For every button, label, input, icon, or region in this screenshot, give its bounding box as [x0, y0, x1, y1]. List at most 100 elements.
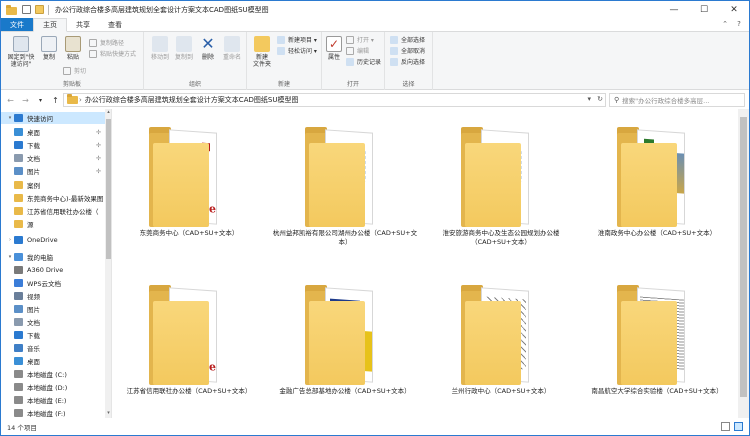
- large-icons-view-icon[interactable]: [734, 422, 743, 431]
- folder-icon: [461, 127, 543, 227]
- search-box[interactable]: ⚲ 搜索"办公行政综合楼多高层...: [609, 93, 745, 107]
- nav-item[interactable]: 文档 ✢: [1, 152, 105, 164]
- rename-button[interactable]: 重命名: [221, 36, 243, 61]
- tab-home[interactable]: 主页: [33, 18, 67, 32]
- edit-icon: [346, 46, 354, 55]
- nav-item-label: 本地磁盘 (E:): [27, 397, 67, 405]
- folder-item[interactable]: 淮安旅游商务中心及生态公园规划办公楼（CAD+SU+文本）: [425, 117, 577, 260]
- paste-shortcut-icon: [89, 49, 97, 58]
- nav-item[interactable]: 视频: [1, 290, 105, 302]
- nav-scroll-thumb[interactable]: [106, 119, 111, 259]
- cut-button[interactable]: 剪切: [63, 66, 86, 75]
- status-bar: 14 个项目: [1, 418, 749, 435]
- forward-arrow-icon[interactable]: →: [20, 95, 31, 106]
- paste-button[interactable]: 粘贴: [63, 36, 83, 61]
- nav-item[interactable]: 本地磁盘 (C:): [1, 368, 105, 380]
- tab-file[interactable]: 文件: [1, 18, 33, 31]
- address-bar[interactable]: › 办公行政综合楼多高层建筑规划全套设计方案文本CAD图纸SU模型图 ▾ ↻: [63, 93, 606, 107]
- refresh-icon[interactable]: ↻: [597, 95, 603, 103]
- scroll-up-icon[interactable]: ▴: [105, 109, 111, 117]
- expander-icon[interactable]: ▾: [6, 254, 14, 260]
- folder-item[interactable]: 南昌航空大学综合实验楼（CAD+SU+文本）: [581, 275, 733, 418]
- nav-item[interactable]: 下载 ✢: [1, 139, 105, 151]
- nav-item-label: 桌面: [27, 129, 40, 137]
- paste-shortcut-button[interactable]: 粘贴快捷方式: [89, 49, 136, 58]
- open-button[interactable]: 打开 ▾: [346, 35, 374, 44]
- copy-to-button[interactable]: 复制到: [173, 36, 195, 61]
- nav-item[interactable]: 江苏省信用联社办公楼（: [1, 205, 105, 217]
- address-dropdown-icon[interactable]: ▾: [587, 95, 591, 103]
- edit-button[interactable]: 编辑: [346, 46, 369, 55]
- details-view-icon[interactable]: [721, 422, 730, 431]
- folder-icon: [14, 220, 23, 228]
- scroll-down-icon[interactable]: ▾: [105, 410, 111, 418]
- delete-button[interactable]: ✕ 删除: [198, 36, 218, 62]
- recent-dropdown-icon[interactable]: ▾: [35, 95, 46, 106]
- nav-item[interactable]: 文档: [1, 316, 105, 328]
- copy-button[interactable]: 复制: [39, 36, 59, 61]
- select-group: 全部选择 全部取消 反向选择 选择: [385, 32, 433, 90]
- nav-item[interactable]: 音乐: [1, 342, 105, 354]
- folder-name: 南昌航空大学综合实验楼（CAD+SU+文本）: [591, 387, 723, 395]
- nav-item[interactable]: ▾ 快速访问: [1, 112, 105, 124]
- new-item-button[interactable]: 新建项目 ▾: [277, 35, 317, 44]
- easy-access-button[interactable]: 轻松访问 ▾: [277, 46, 317, 55]
- nav-scrollbar[interactable]: ▴ ▾: [105, 109, 111, 418]
- new-folder-icon: [254, 36, 270, 52]
- nav-item[interactable]: 东莞商务中心)-最新效果图: [1, 192, 105, 204]
- help-icon[interactable]: ?: [735, 20, 743, 28]
- nav-item[interactable]: 本地磁盘 (E:): [1, 394, 105, 406]
- nav-item[interactable]: 源: [1, 218, 105, 230]
- nav-item[interactable]: 下载: [1, 329, 105, 341]
- folder-item[interactable]: 金融广告总部基地办公楼（CAD+SU+文本）: [269, 275, 421, 418]
- nav-item[interactable]: ▾ 我的电脑: [1, 251, 105, 263]
- tab-view[interactable]: 查看: [99, 18, 131, 31]
- nav-item[interactable]: 桌面 ✢: [1, 126, 105, 138]
- nav-item-label: 下载: [27, 332, 40, 340]
- nav-item[interactable]: 图片: [1, 303, 105, 315]
- back-arrow-icon[interactable]: ←: [5, 95, 16, 106]
- breadcrumb[interactable]: 办公行政综合楼多高层建筑规划全套设计方案文本CAD图纸SU模型图: [85, 95, 299, 105]
- minimize-button[interactable]: —: [659, 1, 689, 18]
- nav-item-label: 快速访问: [27, 115, 53, 123]
- nav-item-label: 本地磁盘 (D:): [27, 384, 68, 392]
- content-scroll-thumb[interactable]: [740, 117, 747, 397]
- nav-item-label: 桌面: [27, 358, 40, 366]
- close-button[interactable]: ✕: [719, 1, 749, 18]
- nav-item[interactable]: › OneDrive: [1, 234, 105, 246]
- folder-item[interactable]: obe 江苏省信用联社办公楼（CAD+SU+文本）: [113, 275, 265, 418]
- folder-item[interactable]: obe 东莞商务中心（CAD+SU+文本）: [113, 117, 265, 260]
- copy-path-button[interactable]: 复制路径: [89, 38, 124, 47]
- nav-item[interactable]: 本地磁盘 (F:): [1, 407, 105, 418]
- invert-selection-button[interactable]: 反向选择: [390, 57, 425, 66]
- ribbon-tabs: 文件 主页 共享 查看 ⌃ ?: [1, 18, 749, 32]
- expander-icon[interactable]: ▾: [6, 115, 14, 121]
- expander-icon[interactable]: ›: [6, 237, 14, 243]
- select-all-button[interactable]: 全部选择: [390, 35, 425, 44]
- nav-item[interactable]: 本地磁盘 (D:): [1, 381, 105, 393]
- nav-item[interactable]: 桌面: [1, 355, 105, 367]
- nav-item[interactable]: 案例: [1, 179, 105, 191]
- history-button[interactable]: 历史记录: [346, 57, 381, 66]
- content-scrollbar[interactable]: [738, 109, 749, 418]
- new-folder-button[interactable]: 新建 文件夹: [250, 36, 274, 68]
- folder-item[interactable]: 杭州益邦凯裕有限公司湖州办公楼（CAD+SU+文本）: [269, 117, 421, 260]
- up-arrow-icon[interactable]: ↑: [50, 95, 61, 106]
- nav-item[interactable]: A360 Drive: [1, 264, 105, 276]
- pin-icon: [13, 36, 29, 52]
- pin-quick-access-button[interactable]: 固定到"快速访问": [6, 36, 36, 68]
- select-none-button[interactable]: 全部取消: [390, 46, 425, 55]
- scissors-icon: [63, 66, 71, 75]
- properties-quick-icon[interactable]: [22, 5, 31, 14]
- new-folder-quick-icon[interactable]: [35, 5, 44, 14]
- collapse-ribbon-icon[interactable]: ⌃: [721, 20, 729, 28]
- nav-item[interactable]: WPS云文档: [1, 277, 105, 289]
- tab-share[interactable]: 共享: [67, 18, 99, 31]
- properties-button[interactable]: ✓ 属性: [325, 36, 343, 61]
- new-group-label: 新建: [277, 81, 290, 88]
- folder-item[interactable]: 淮南政务中心办公楼（CAD+SU+文本）: [581, 117, 733, 260]
- nav-item[interactable]: 图片 ✢: [1, 165, 105, 177]
- move-to-button[interactable]: 移动到: [149, 36, 171, 61]
- folder-item[interactable]: 兰州行政中心（CAD+SU+文本）: [425, 275, 577, 418]
- maximize-button[interactable]: ☐: [689, 1, 719, 18]
